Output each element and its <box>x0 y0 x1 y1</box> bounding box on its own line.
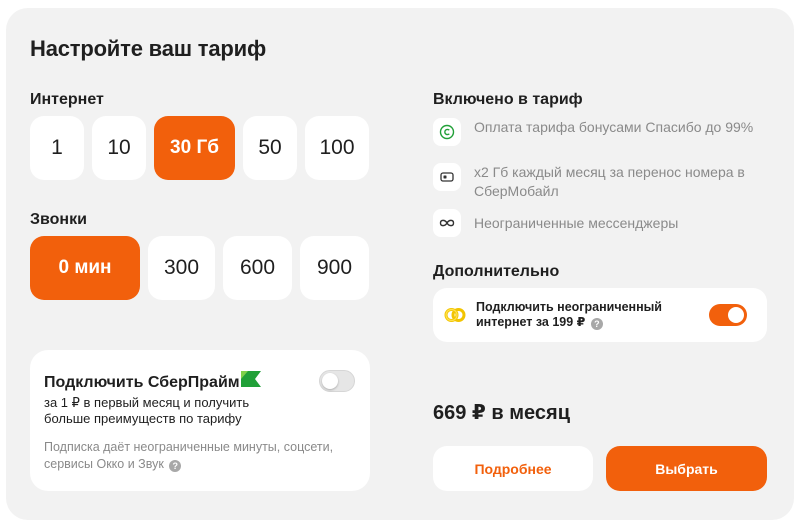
calls-option-300[interactable]: 300 <box>148 236 215 300</box>
feature-text: x2 Гб каждый месяц за перенос номера в С… <box>474 164 745 199</box>
question-icon[interactable]: ? <box>169 460 182 472</box>
choose-button[interactable]: Выбрать <box>606 446 767 491</box>
feature-text: Оплата тарифа бонусами Спасибо до 99% <box>474 119 754 135</box>
calls-label: Звонки <box>30 211 87 228</box>
internet-option-10[interactable]: 10 <box>92 116 146 180</box>
internet-option-1[interactable]: 1 <box>30 116 84 180</box>
calls-option-600[interactable]: 600 <box>223 236 292 300</box>
price: 669 ₽ в месяц <box>433 402 570 424</box>
sim-transfer-icon <box>433 163 461 191</box>
included-label: Включено в тариф <box>433 91 583 108</box>
calls-option-0[interactable]: 0 мин <box>30 236 140 300</box>
question-icon[interactable]: ? <box>590 318 603 330</box>
internet-option-30gb[interactable]: 30 Гб <box>154 116 235 180</box>
page-title: Настройте ваш тариф <box>30 36 266 61</box>
internet-option-100[interactable]: 100 <box>305 116 369 180</box>
calls-option-900[interactable]: 900 <box>300 236 369 300</box>
spasibo-icon <box>433 118 461 146</box>
feature-item: Оплата тарифа бонусами Спасибо до 99% <box>433 118 773 158</box>
infinity-icon <box>433 209 461 237</box>
extra-card: Подключить неограниченный интернет за 19… <box>433 288 767 342</box>
internet-label: Интернет <box>30 91 104 108</box>
infinity-coin-icon <box>444 308 466 322</box>
sberprime-flag-icon <box>241 371 261 387</box>
sberprime-title: Подключить СберПрайм <box>44 374 240 391</box>
feature-item: Неограниченные мессенджеры <box>433 209 773 237</box>
extra-internet-toggle[interactable] <box>709 304 747 326</box>
sberprime-subtitle: за 1 ₽ в первый месяц и получить больше … <box>44 395 250 426</box>
sberprime-card: Подключить СберПрайм за 1 ₽ в первый мес… <box>30 350 370 491</box>
feature-item: x2 Гб каждый месяц за перенос номера в С… <box>433 163 773 203</box>
feature-text: Неограниченные мессенджеры <box>474 215 679 231</box>
extra-label: Дополнительно <box>433 263 560 280</box>
sberprime-toggle[interactable] <box>319 370 355 392</box>
extra-text: Подключить неограниченный интернет за 19… <box>476 300 662 330</box>
internet-option-50[interactable]: 50 <box>243 116 297 180</box>
sberprime-note: Подписка даёт неограниченные минуты, соц… <box>44 440 334 472</box>
more-button[interactable]: Подробнее <box>433 446 593 491</box>
